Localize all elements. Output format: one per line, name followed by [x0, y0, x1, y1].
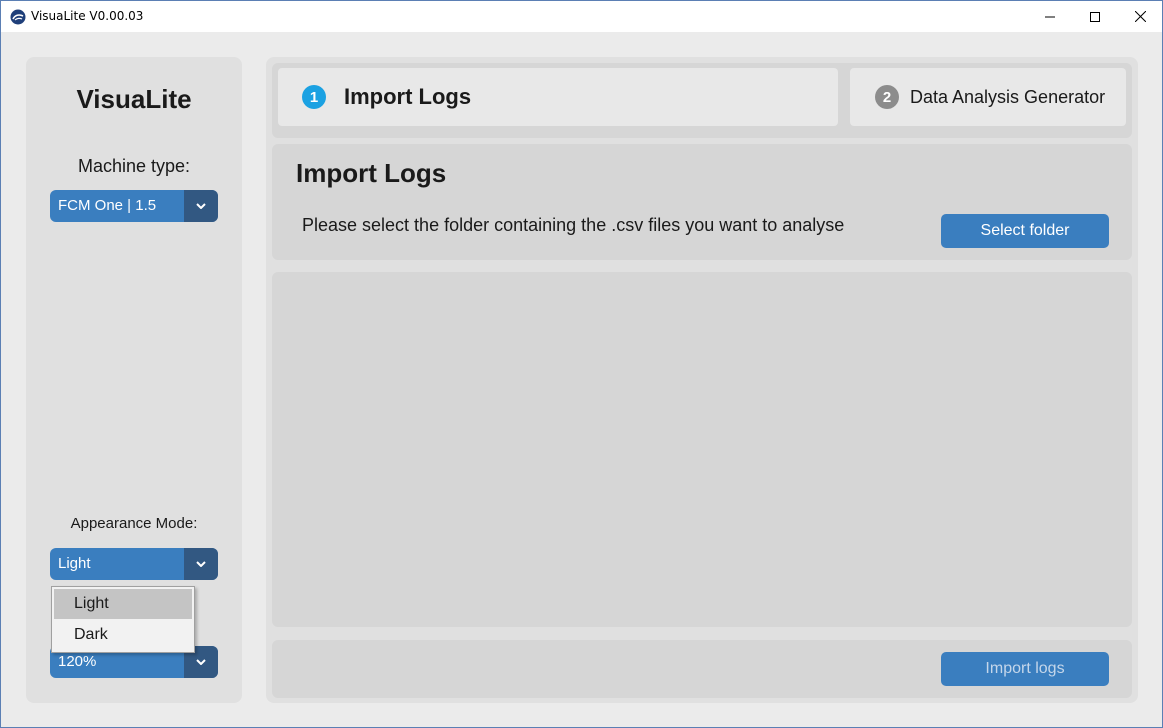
machine-type-value: FCM One | 1.5 — [58, 197, 157, 214]
minimize-icon — [1045, 16, 1055, 17]
tab-label: Data Analysis Generator — [910, 87, 1106, 107]
minimize-button[interactable] — [1027, 1, 1073, 32]
app-name: VisuaLite — [76, 84, 192, 114]
main-panel: 1 Import Logs 2 Data Analysis Generator … — [266, 57, 1138, 703]
tab-import-logs[interactable]: 1 Import Logs — [278, 68, 838, 126]
step-tabs: 1 Import Logs 2 Data Analysis Generator — [272, 63, 1132, 138]
section-title: Import Logs — [296, 158, 447, 188]
select-folder-button[interactable]: Select folder — [941, 214, 1109, 248]
footer-bar: Import logs — [272, 640, 1132, 698]
machine-type-dropdown[interactable]: FCM One | 1.5 — [50, 190, 218, 222]
tab-data-analysis-generator[interactable]: 2 Data Analysis Generator — [850, 68, 1126, 126]
title-bar[interactable]: VisuaLite V0.00.03 — [1, 1, 1162, 32]
appearance-mode-dropdown[interactable]: Light — [50, 548, 218, 580]
log-content-area — [272, 272, 1132, 627]
machine-type-label: Machine type: — [77, 156, 191, 176]
close-icon — [1134, 11, 1146, 22]
chevron-down-icon[interactable] — [184, 190, 218, 222]
folder-instructions: Please select the folder containing the … — [302, 215, 845, 235]
step-1-icon: 1 — [302, 85, 326, 109]
window-title: VisuaLite V0.00.03 — [31, 9, 144, 23]
import-logs-button[interactable]: Import logs — [941, 652, 1109, 686]
app-window: VisuaLite V0.00.03 VisuaLite Machine typ… — [0, 0, 1163, 728]
menu-item-dark[interactable]: Dark — [54, 620, 192, 650]
maximize-icon — [1090, 11, 1100, 22]
step-2-icon: 2 — [875, 85, 899, 109]
close-button[interactable] — [1117, 1, 1162, 32]
appearance-mode-menu: Light Dark — [51, 586, 195, 653]
import-logs-panel: Import Logs Please select the folder con… — [272, 144, 1132, 260]
appearance-mode-value: Light — [58, 555, 91, 572]
menu-item-light[interactable]: Light — [54, 589, 192, 619]
app-logo-icon — [10, 9, 26, 25]
maximize-button[interactable] — [1072, 1, 1118, 32]
chevron-down-icon[interactable] — [184, 548, 218, 580]
tab-label: Import Logs — [344, 84, 472, 109]
ui-scaling-value: 120% — [58, 653, 97, 670]
appearance-mode-label: Appearance Mode: — [70, 515, 198, 532]
